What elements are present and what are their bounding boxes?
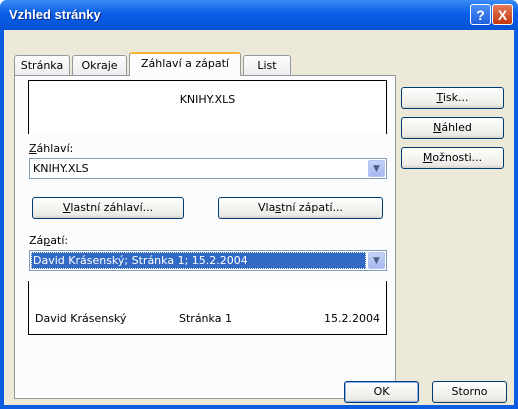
ok-button[interactable]: OK [344, 381, 419, 403]
footer-label: Zápatí: [29, 234, 69, 247]
footer-select-value: David Krásenský; Stránka 1; 15.2.2004 [33, 254, 248, 267]
header-select-value: KNIHY.XLS [33, 162, 89, 175]
chevron-down-icon[interactable]: ▼ [368, 160, 385, 177]
custom-footer-button[interactable]: Vlastní zápatí... [218, 197, 383, 219]
options-button[interactable]: Možnosti... [401, 147, 504, 169]
tab-label: Okraje [81, 59, 118, 72]
tab-page[interactable]: Stránka [14, 55, 70, 76]
tab-label: Záhlaví a zápatí [141, 57, 229, 70]
print-button[interactable]: Tisk... [401, 87, 504, 109]
title-bar: Vzhled stránky ? X [0, 0, 518, 30]
window-title: Vzhled stránky [9, 7, 101, 22]
tab-label: List [257, 59, 277, 72]
help-button[interactable]: ? [470, 4, 491, 25]
cancel-button[interactable]: Storno [432, 381, 507, 403]
header-select[interactable]: KNIHY.XLS ▼ [29, 158, 387, 179]
close-button[interactable]: X [492, 4, 513, 25]
footer-preview: David Krásenský Stránka 1 15.2.2004 [28, 281, 387, 335]
page-setup-dialog: Vzhled stránky ? X Stránka Okraje Záhlav… [0, 0, 518, 409]
print-preview-button[interactable]: Náhled [401, 117, 504, 139]
footer-preview-center: Stránka 1 [179, 312, 232, 325]
close-icon: X [497, 6, 508, 23]
footer-preview-right: 15.2.2004 [324, 312, 380, 325]
dialog-body: Stránka Okraje Záhlaví a zápatí List KNI… [4, 30, 514, 405]
tab-margins[interactable]: Okraje [72, 55, 127, 76]
footer-preview-left: David Krásenský [35, 312, 127, 325]
custom-header-button[interactable]: Vlastní záhlaví... [32, 197, 184, 219]
tab-label: Stránka [20, 59, 64, 72]
header-label: Záhlaví: [29, 142, 74, 155]
chevron-down-icon[interactable]: ▼ [368, 252, 385, 269]
tab-sheet[interactable]: List [243, 55, 291, 76]
tab-header-footer[interactable]: Záhlaví a zápatí [129, 52, 241, 76]
footer-select[interactable]: David Krásenský; Stránka 1; 15.2.2004 ▼ [29, 250, 387, 271]
header-preview-text: KNIHY.XLS [179, 93, 236, 106]
header-preview: KNIHY.XLS [28, 80, 387, 134]
tab-panel: KNIHY.XLS Záhlaví: KNIHY.XLS ▼ Vlastní z… [14, 75, 396, 399]
help-icon: ? [476, 6, 485, 23]
